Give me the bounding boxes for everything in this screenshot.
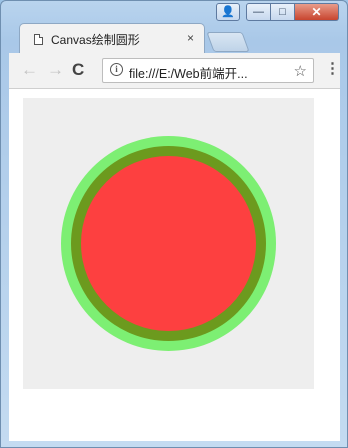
page-viewport: [9, 89, 340, 441]
info-icon[interactable]: i: [110, 63, 123, 76]
tab-content: Canvas绘制圆形: [34, 31, 140, 48]
caption-buttons: 👤 — □ ✕: [216, 3, 339, 21]
address-bar[interactable]: i file:///E:/Web前端开... ☆: [102, 58, 314, 83]
drawing-canvas: [23, 98, 314, 389]
back-arrow-icon[interactable]: ←: [21, 61, 38, 79]
url-text[interactable]: file:///E:/Web前端开...: [129, 63, 248, 82]
menu-kebab-icon[interactable]: ⋮: [325, 61, 340, 76]
forward-arrow-icon[interactable]: →: [47, 61, 64, 79]
maximize-button[interactable]: □: [271, 3, 295, 21]
user-icon[interactable]: 👤: [216, 3, 240, 21]
page-icon: [34, 34, 43, 45]
tab-title: Canvas绘制圆形: [51, 33, 140, 47]
close-window-button[interactable]: ✕: [295, 3, 339, 21]
reload-icon[interactable]: C: [72, 61, 84, 79]
tab-canvas[interactable]: Canvas绘制圆形 ×: [19, 23, 205, 53]
tab-close-icon[interactable]: ×: [187, 31, 194, 45]
new-tab-button[interactable]: [206, 32, 250, 52]
browser-window: 👤 — □ ✕ Canvas绘制圆形 × ← → C i file:///E:/…: [0, 0, 348, 448]
minimize-button[interactable]: —: [246, 3, 271, 21]
browser-toolbar: ← → C i file:///E:/Web前端开... ☆ ⋮: [9, 53, 340, 89]
red-circle: [81, 156, 256, 331]
bookmark-star-icon[interactable]: ☆: [294, 62, 307, 80]
